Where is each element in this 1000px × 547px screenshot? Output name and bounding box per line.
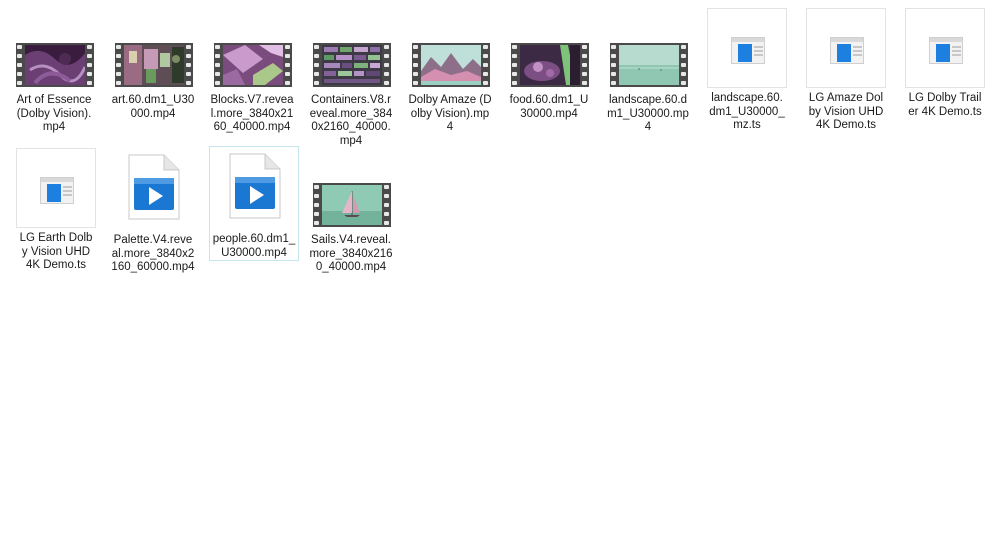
file-name-label: Art of Essence (Dolby Vision).mp4 [16, 94, 92, 133]
file-name-label: Dolby Amaze (Dolby Vision).mp4 [408, 94, 492, 133]
film-strip-thumbnail-icon [16, 43, 94, 87]
generic-window-file-icon [707, 8, 787, 88]
video-thumbnail [322, 185, 382, 225]
film-strip-thumbnail-icon [511, 43, 589, 87]
file-name-label: food.60.dm1_U30000.mp4 [509, 94, 589, 120]
file-icon-area [707, 8, 787, 92]
file-name-label: LG Dolby Trailer 4K Demo.ts [908, 92, 982, 118]
file-icon-area [10, 8, 98, 94]
file-item-dolby-amaze-dolby-vision-mp4[interactable]: Dolby Amaze (Dolby Vision).mp4 [405, 7, 495, 136]
file-icon-area [208, 8, 296, 94]
film-strip-thumbnail-icon [412, 43, 490, 87]
file-item-landscape-60-dm1-u30000-mz-ts[interactable]: landscape.60.dm1_U30000_mz.ts [706, 7, 788, 134]
file-item-food-60-dm1-u30000-mp4[interactable]: food.60.dm1_U30000.mp4 [504, 7, 594, 122]
file-icon-area [806, 8, 886, 92]
file-icon-area [16, 148, 96, 232]
film-strip-thumbnail-icon [313, 183, 391, 227]
video-thumbnail [25, 45, 85, 85]
file-item-art-60-dm1-u30000-mp4[interactable]: art.60.dm1_U30000.mp4 [108, 7, 198, 122]
file-icon-area [604, 8, 692, 94]
file-icon-area [905, 8, 985, 92]
video-document-play-icon [128, 154, 180, 220]
film-strip-thumbnail-icon [214, 43, 292, 87]
file-name-label: landscape.60.dm1_U30000.mp4 [607, 94, 689, 133]
file-name-label: people.60.dm1_U30000.mp4 [212, 233, 296, 259]
file-item-sails-v4-reveal-more-3840x2160-40000-mp4[interactable]: Sails.V4.reveal.more_3840x2160_40000.mp4 [306, 147, 396, 276]
generic-window-file-icon [905, 8, 985, 88]
file-item-people-60-dm1-u30000-mp4[interactable]: people.60.dm1_U30000.mp4 [209, 146, 299, 261]
file-item-lg-earth-dolby-vision-uhd-4k-demo-ts[interactable]: LG Earth Dolby Vision UHD 4K Demo.ts [15, 147, 97, 274]
file-item-lg-amaze-dolby-vision-uhd-4k-demo-ts[interactable]: LG Amaze Dolby Vision UHD 4K Demo.ts [805, 7, 887, 134]
file-name-label: LG Earth Dolby Vision UHD 4K Demo.ts [19, 232, 93, 271]
file-name-label: Containers.V8.reveal.more_3840x2160_4000… [309, 94, 393, 147]
file-icon-area [505, 8, 593, 94]
file-item-art-of-essence-dolby-vision-mp4[interactable]: Art of Essence (Dolby Vision).mp4 [9, 7, 99, 136]
video-thumbnail [124, 45, 184, 85]
generic-window-file-icon [16, 148, 96, 228]
file-item-blocks-v7-reveal-more-3840x2160-40000-mp4[interactable]: Blocks.V7.reveal.more_3840x2160_40000.mp… [207, 7, 297, 136]
film-strip-thumbnail-icon [115, 43, 193, 87]
file-icon-area [210, 147, 298, 233]
file-icon-area [109, 148, 197, 234]
generic-window-file-icon [806, 8, 886, 88]
file-item-palette-v4-reveal-more-3840x2160-60000-mp4[interactable]: Palette.V4.reveal.more_3840x2160_60000.m… [108, 147, 198, 276]
video-thumbnail [223, 45, 283, 85]
file-item-lg-dolby-trailer-4k-demo-ts[interactable]: LG Dolby Trailer 4K Demo.ts [904, 7, 986, 120]
file-name-label: Palette.V4.reveal.more_3840x2160_60000.m… [111, 234, 195, 273]
file-name-label: art.60.dm1_U30000.mp4 [111, 94, 195, 120]
video-thumbnail [322, 45, 382, 85]
file-name-label: Sails.V4.reveal.more_3840x2160_40000.mp4 [309, 234, 393, 273]
file-icon-area [109, 8, 197, 94]
file-icon-area [307, 148, 395, 234]
file-icon-area [307, 8, 395, 94]
film-strip-thumbnail-icon [313, 43, 391, 87]
video-document-play-icon [229, 153, 281, 219]
file-item-containers-v8-reveal-more-3840x2160-40000-mp4[interactable]: Containers.V8.reveal.more_3840x2160_4000… [306, 7, 396, 149]
file-icon-area [406, 8, 494, 94]
video-thumbnail [619, 45, 679, 85]
film-strip-thumbnail-icon [610, 43, 688, 87]
file-item-landscape-60-dm1-u30000-mp4[interactable]: landscape.60.dm1_U30000.mp4 [603, 7, 693, 136]
file-name-label: landscape.60.dm1_U30000_mz.ts [709, 92, 785, 131]
file-grid: Art of Essence (Dolby Vision).mp4 art.60… [0, 0, 1000, 547]
file-name-label: LG Amaze Dolby Vision UHD 4K Demo.ts [808, 92, 884, 131]
video-thumbnail [520, 45, 580, 85]
video-thumbnail [421, 45, 481, 85]
file-name-label: Blocks.V7.reveal.more_3840x2160_40000.mp… [210, 94, 294, 133]
